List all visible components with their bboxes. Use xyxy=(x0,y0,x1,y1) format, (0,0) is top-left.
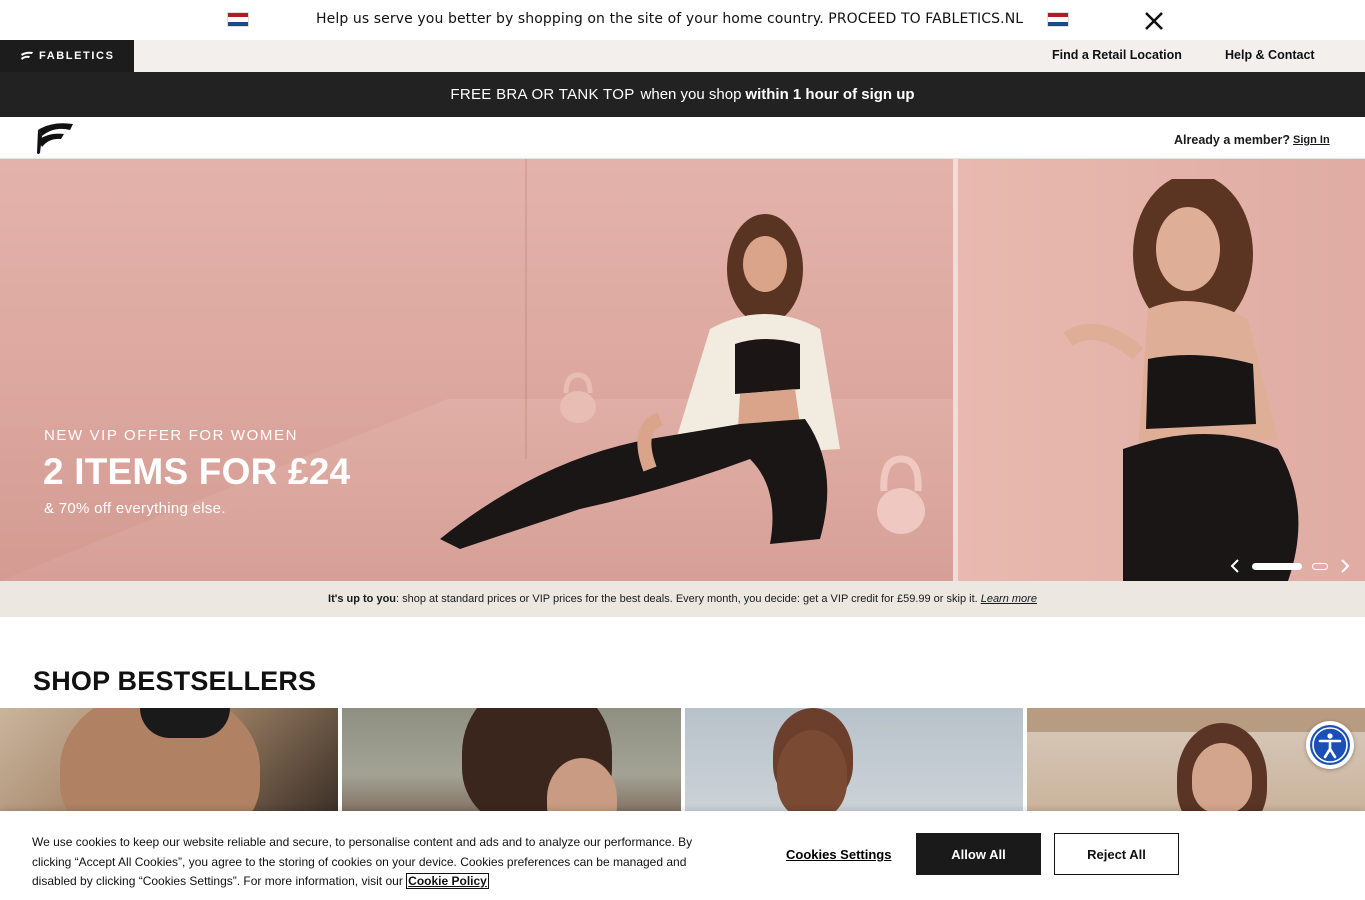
utility-bar: FABLETICS Find a Retail Location Help & … xyxy=(0,40,1365,72)
product-tile[interactable] xyxy=(342,708,681,818)
country-banner: Help us serve you better by shopping on … xyxy=(0,0,1365,40)
vip-strip-lead: It's up to you xyxy=(328,593,397,605)
learn-more-link[interactable]: Learn more xyxy=(981,593,1037,605)
hero-image-right xyxy=(958,159,1365,581)
cookies-settings-button[interactable]: Cookies Settings xyxy=(786,847,891,862)
chevron-left-icon[interactable] xyxy=(1228,557,1242,575)
netherlands-flag-icon xyxy=(1047,12,1069,27)
hero-subline: & 70% off everything else. xyxy=(44,500,226,517)
cookie-text: We use cookies to keep our website relia… xyxy=(32,833,732,892)
help-contact-link[interactable]: Help & Contact xyxy=(1225,48,1315,62)
hero-eyebrow: NEW VIP OFFER FOR WOMEN xyxy=(44,427,299,444)
brand-tab[interactable]: FABLETICS xyxy=(0,40,134,72)
kettlebell-image xyxy=(877,455,925,534)
hero-image-left xyxy=(0,159,953,581)
product-tile[interactable] xyxy=(685,708,1023,818)
promo-strip[interactable]: FREE BRA OR TANK TOP when you shop withi… xyxy=(0,72,1365,117)
allow-all-button[interactable]: Allow All xyxy=(916,833,1041,875)
member-question: Already a member? xyxy=(1174,133,1291,147)
cookie-banner: We use cookies to keep our website relia… xyxy=(0,811,1365,900)
close-icon[interactable] xyxy=(1143,10,1165,32)
hero-headline: 2 ITEMS FOR £24 xyxy=(43,451,351,492)
accessibility-button[interactable] xyxy=(1306,721,1354,769)
chevron-right-icon[interactable] xyxy=(1338,557,1352,575)
country-banner-message[interactable]: Help us serve you better by shopping on … xyxy=(316,11,1023,27)
product-tile[interactable] xyxy=(0,708,338,818)
vip-strip-text: : shop at standard prices or VIP prices … xyxy=(396,593,978,605)
carousel-dot[interactable] xyxy=(1312,563,1328,570)
sign-in-link[interactable]: Sign In xyxy=(1293,134,1330,146)
fabletics-f-logo-icon xyxy=(21,51,33,60)
find-retail-location-link[interactable]: Find a Retail Location xyxy=(1052,48,1182,62)
main-nav: Already a member? Sign In xyxy=(0,117,1365,159)
promo-condition: when you shop xyxy=(640,86,742,103)
reject-all-button[interactable]: Reject All xyxy=(1054,833,1179,875)
hero-banner[interactable]: NEW VIP OFFER FOR WOMEN 2 ITEMS FOR £24 … xyxy=(0,159,1365,581)
promo-timeframe: within 1 hour of sign up xyxy=(745,86,915,103)
vip-info-strip: It's up to you : shop at standard prices… xyxy=(0,581,1365,617)
fabletics-f-logo-icon[interactable] xyxy=(34,120,76,156)
netherlands-flag-icon xyxy=(227,12,249,27)
model-image xyxy=(440,214,840,549)
cookie-message: We use cookies to keep our website relia… xyxy=(32,835,693,888)
brand-wordmark: FABLETICS xyxy=(39,50,115,62)
accessibility-person-icon xyxy=(1312,727,1348,763)
section-title: SHOP BESTSELLERS xyxy=(33,666,317,696)
promo-offer: FREE BRA OR TANK TOP xyxy=(450,86,635,103)
carousel-dot-active[interactable] xyxy=(1252,563,1302,570)
cookie-policy-link[interactable]: Cookie Policy xyxy=(406,873,489,889)
model-image xyxy=(1063,179,1299,581)
